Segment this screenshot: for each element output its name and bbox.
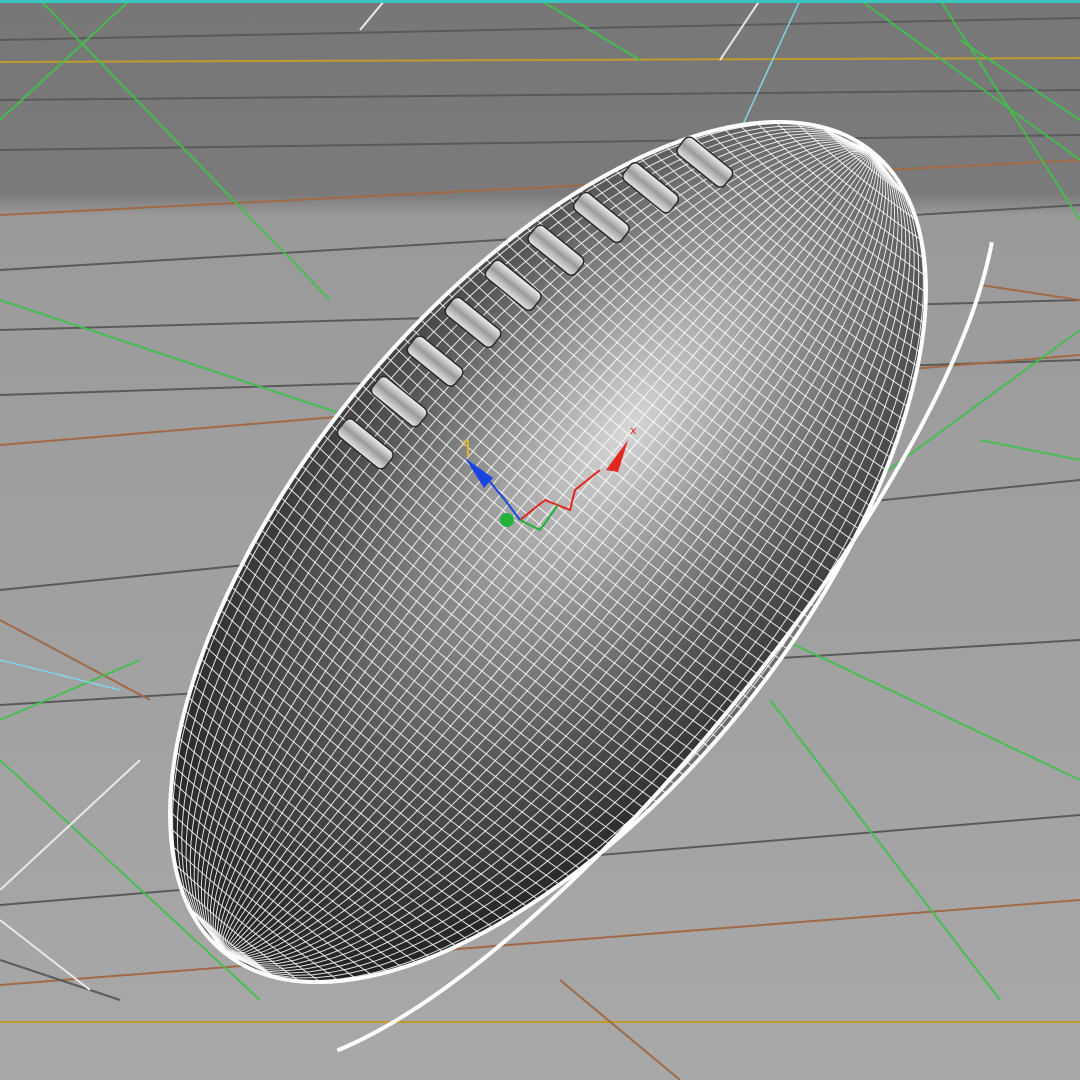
gizmo-z-label: z xyxy=(462,436,468,449)
3d-viewport[interactable]: x z xyxy=(0,0,1080,1080)
gizmo-origin-handle[interactable] xyxy=(500,513,514,527)
viewport-top-border xyxy=(0,0,1080,3)
viewport-canvas[interactable]: x z xyxy=(0,0,1080,1080)
gizmo-x-label: x xyxy=(630,424,637,437)
